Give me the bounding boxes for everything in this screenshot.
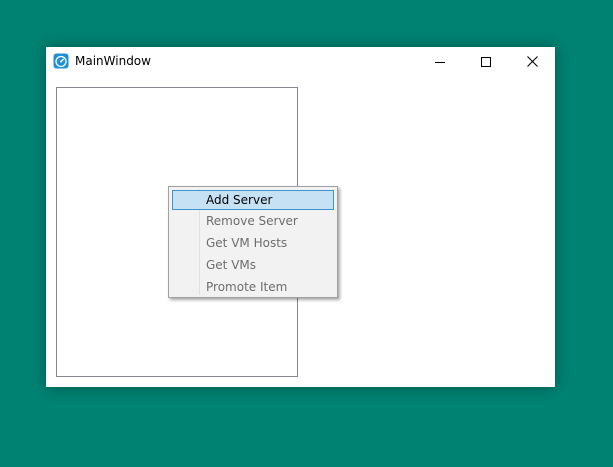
menu-item-remove-server[interactable]: Remove Server [172,212,334,232]
minimize-icon [435,52,445,71]
dashboard-gauge-icon [53,53,69,69]
minimize-button[interactable] [417,47,463,76]
main-window: MainWindow Add Server Remove Server Get … [46,47,555,387]
close-button[interactable] [509,47,555,76]
title-bar[interactable]: MainWindow [46,47,555,77]
menu-item-promote-item[interactable]: Promote Item [172,278,334,298]
menu-item-get-vms[interactable]: Get VMs [172,256,334,276]
maximize-icon [481,52,491,71]
close-icon [526,52,538,71]
window-title: MainWindow [75,54,151,68]
menu-item-get-vm-hosts[interactable]: Get VM Hosts [172,234,334,254]
maximize-button[interactable] [463,47,509,76]
context-menu: Add Server Remove Server Get VM Hosts Ge… [168,186,338,298]
menu-item-add-server[interactable]: Add Server [172,190,334,210]
